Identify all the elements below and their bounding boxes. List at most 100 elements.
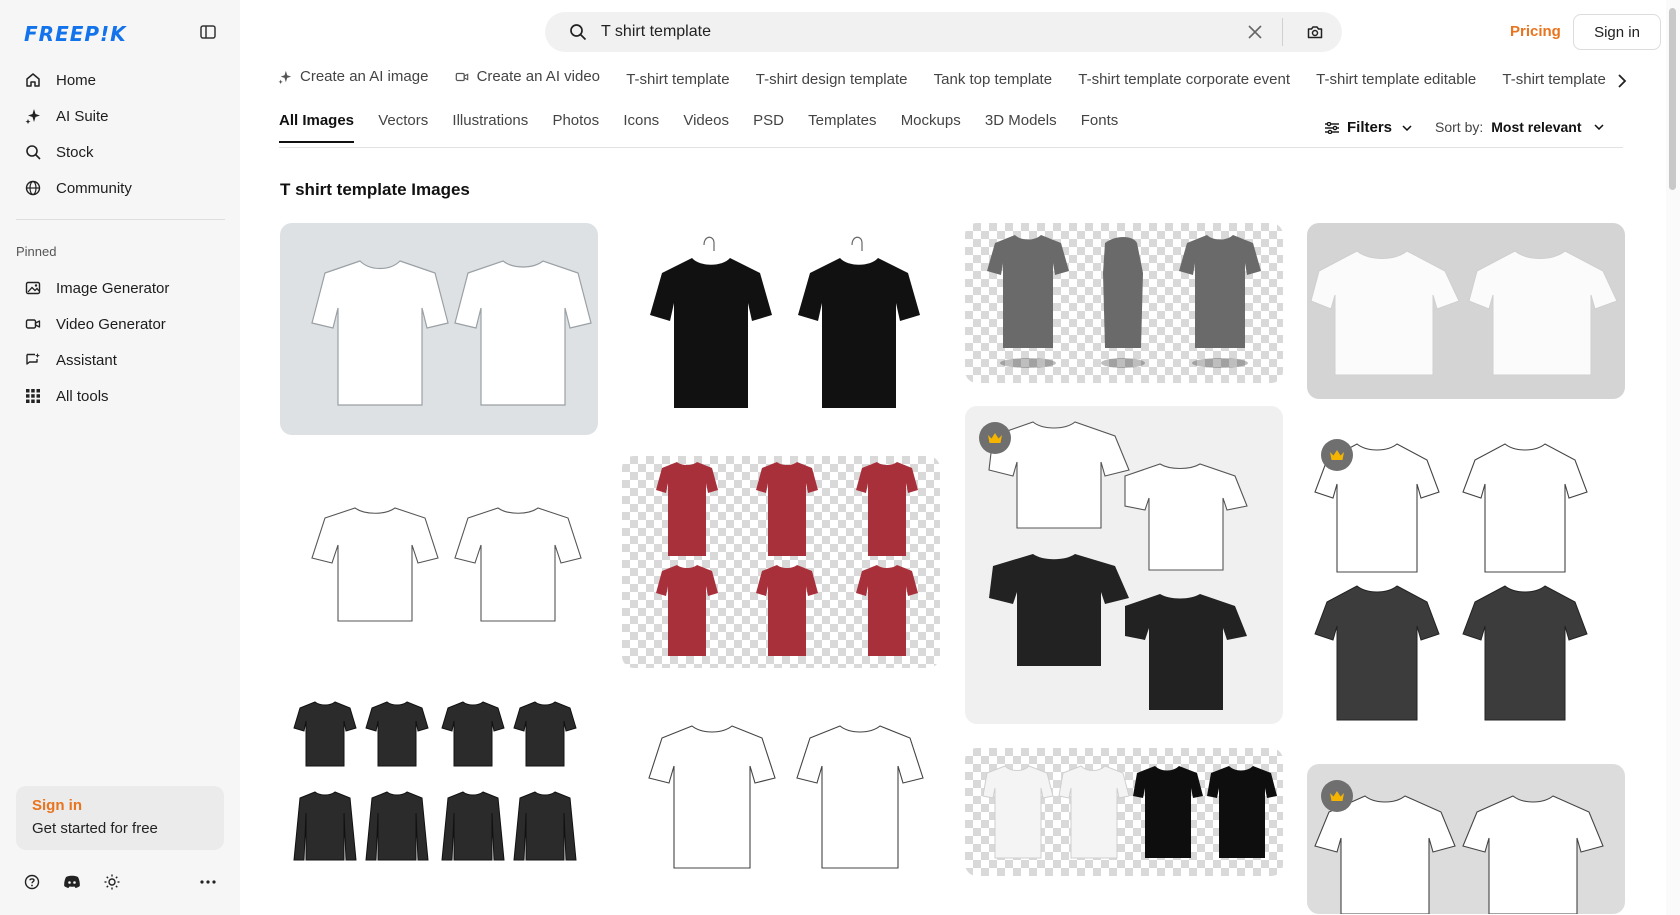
- sidebar-item-image-generator[interactable]: Image Generator: [16, 270, 226, 306]
- sidebar-item-assistant[interactable]: Assistant: [16, 342, 226, 378]
- sidebar-item-all-tools[interactable]: All tools: [16, 378, 226, 414]
- signin-promo-card: Sign in Get started for free: [16, 786, 224, 850]
- video-icon: [455, 70, 469, 84]
- sidebar-footer: [22, 872, 222, 892]
- tab-fonts[interactable]: Fonts: [1081, 112, 1119, 141]
- sparkle-icon: [278, 70, 292, 84]
- sidebar-item-community[interactable]: Community: [16, 170, 226, 206]
- sidebar: FREEP!K Home AI Suite Stock Community Pi…: [0, 0, 240, 915]
- suggestion-label: T-shirt template corporate event: [1078, 70, 1290, 88]
- pinned-heading: Pinned: [16, 244, 57, 259]
- globe-icon: [24, 179, 42, 197]
- premium-crown-icon: [1321, 780, 1353, 812]
- suggestion-label: Create an AI image: [300, 68, 429, 85]
- more-icon[interactable]: [198, 872, 218, 892]
- search-icon: [24, 143, 42, 161]
- suggestion-chip[interactable]: Create an AI video: [455, 68, 600, 85]
- sidebar-item-label: Community: [56, 179, 132, 197]
- image-card[interactable]: [1307, 422, 1625, 732]
- sidebar-item-label: Stock: [56, 143, 94, 161]
- search-bar: [545, 12, 1342, 52]
- suggestions-row: Create an AI image Create an AI video T-…: [278, 68, 1633, 92]
- tshirt-thumbnail: [987, 235, 1261, 368]
- search-input[interactable]: [601, 20, 1221, 44]
- tshirt-thumbnail: [648, 725, 924, 869]
- suggestion-chip[interactable]: T-shirt template corporate event: [1078, 71, 1290, 88]
- suggestion-label: Tank top template: [933, 70, 1053, 88]
- suggestion-chip[interactable]: T-shirt template: [626, 71, 729, 88]
- premium-crown-icon: [979, 422, 1011, 454]
- sidebar-item-video-generator[interactable]: Video Generator: [16, 306, 226, 342]
- filters-label: Filters: [1347, 119, 1393, 136]
- tab-icons[interactable]: Icons: [623, 112, 659, 141]
- camera-search-icon[interactable]: [1305, 22, 1325, 42]
- tshirt-thumbnail: [1310, 250, 1618, 376]
- filters-button[interactable]: Filters: [1325, 119, 1412, 136]
- sidebar-item-label: Assistant: [56, 351, 117, 369]
- suggestion-label: Create an AI video: [476, 68, 601, 85]
- sort-value: Most relevant: [1491, 119, 1582, 135]
- image-card[interactable]: [965, 406, 1283, 724]
- home-icon: [24, 71, 42, 89]
- sidebar-item-home[interactable]: Home: [16, 62, 226, 98]
- image-card[interactable]: [1307, 764, 1625, 914]
- image-card[interactable]: [280, 453, 598, 665]
- tab-photos[interactable]: Photos: [552, 112, 599, 141]
- image-card[interactable]: [622, 708, 940, 900]
- chevron-right-icon[interactable]: [1612, 71, 1632, 91]
- theme-sun-icon[interactable]: [102, 872, 122, 892]
- tab-videos[interactable]: Videos: [683, 112, 729, 141]
- image-card[interactable]: [280, 223, 598, 435]
- suggestion-chip[interactable]: Tank top template: [934, 71, 1052, 88]
- clear-search-icon[interactable]: [1245, 22, 1265, 42]
- tshirt-thumbnail: [311, 507, 582, 622]
- sort-dropdown[interactable]: Most relevant: [1491, 119, 1604, 135]
- sidebar-item-ai-suite[interactable]: AI Suite: [16, 98, 226, 134]
- image-card[interactable]: [965, 748, 1283, 876]
- suggestion-chip[interactable]: T-shirt design template: [756, 71, 908, 88]
- help-icon[interactable]: [22, 872, 42, 892]
- suggestion-label: T-shirt template: [626, 70, 730, 88]
- page-scrollbar[interactable]: [1666, 0, 1680, 915]
- sidebar-signin-link[interactable]: Sign in: [32, 797, 208, 814]
- tab-illustrations[interactable]: Illustrations: [452, 112, 528, 141]
- premium-crown-icon: [1321, 439, 1353, 471]
- suggestion-label: T-shirt template editable: [1316, 70, 1477, 88]
- tabs-divider: [279, 147, 1623, 148]
- tab-psd[interactable]: PSD: [753, 112, 784, 141]
- image-card[interactable]: [965, 223, 1283, 383]
- image-card[interactable]: [622, 456, 940, 668]
- image-card[interactable]: [1307, 223, 1625, 399]
- tab-templates[interactable]: Templates: [808, 112, 876, 141]
- image-card[interactable]: [280, 688, 598, 900]
- tab-all-images[interactable]: All Images: [279, 112, 355, 143]
- tshirt-thumbnail: [1314, 795, 1604, 914]
- sidebar-divider: [16, 219, 225, 220]
- pricing-link[interactable]: Pricing: [1510, 23, 1561, 40]
- image-card[interactable]: [622, 223, 940, 421]
- sidebar-item-stock[interactable]: Stock: [16, 134, 226, 170]
- tab-mockups[interactable]: Mockups: [901, 112, 961, 141]
- freepik-logo[interactable]: FREEP!K: [24, 22, 127, 46]
- sort-control: Sort by: Most relevant: [1435, 119, 1604, 135]
- sidebar-nav: Home AI Suite Stock Community: [16, 62, 226, 206]
- tab-vectors[interactable]: Vectors: [378, 112, 428, 141]
- suggestion-label: T-shirt design template: [755, 70, 908, 88]
- suggestion-chip[interactable]: Create an AI image: [278, 68, 428, 85]
- tshirt-thumbnail: [293, 701, 577, 861]
- suggestion-label: T-shirt template: [1502, 70, 1606, 88]
- sidebar-item-label: AI Suite: [56, 107, 109, 125]
- sidebar-toggle-icon[interactable]: [198, 22, 218, 42]
- signin-button[interactable]: Sign in: [1573, 14, 1661, 50]
- chevron-down-icon: [1402, 124, 1412, 131]
- search-icon: [569, 23, 587, 46]
- chevron-down-icon: [1593, 124, 1604, 130]
- video-icon: [24, 315, 42, 333]
- suggestion-chip[interactable]: T-shirt template: [1502, 71, 1605, 88]
- scrollbar-thumb[interactable]: [1669, 8, 1676, 190]
- tab-3d-models[interactable]: 3D Models: [985, 112, 1057, 141]
- tshirt-thumbnail: [982, 765, 1277, 859]
- sparkle-icon: [24, 107, 42, 125]
- suggestion-chip[interactable]: T-shirt template editable: [1316, 71, 1476, 88]
- discord-icon[interactable]: [62, 872, 82, 892]
